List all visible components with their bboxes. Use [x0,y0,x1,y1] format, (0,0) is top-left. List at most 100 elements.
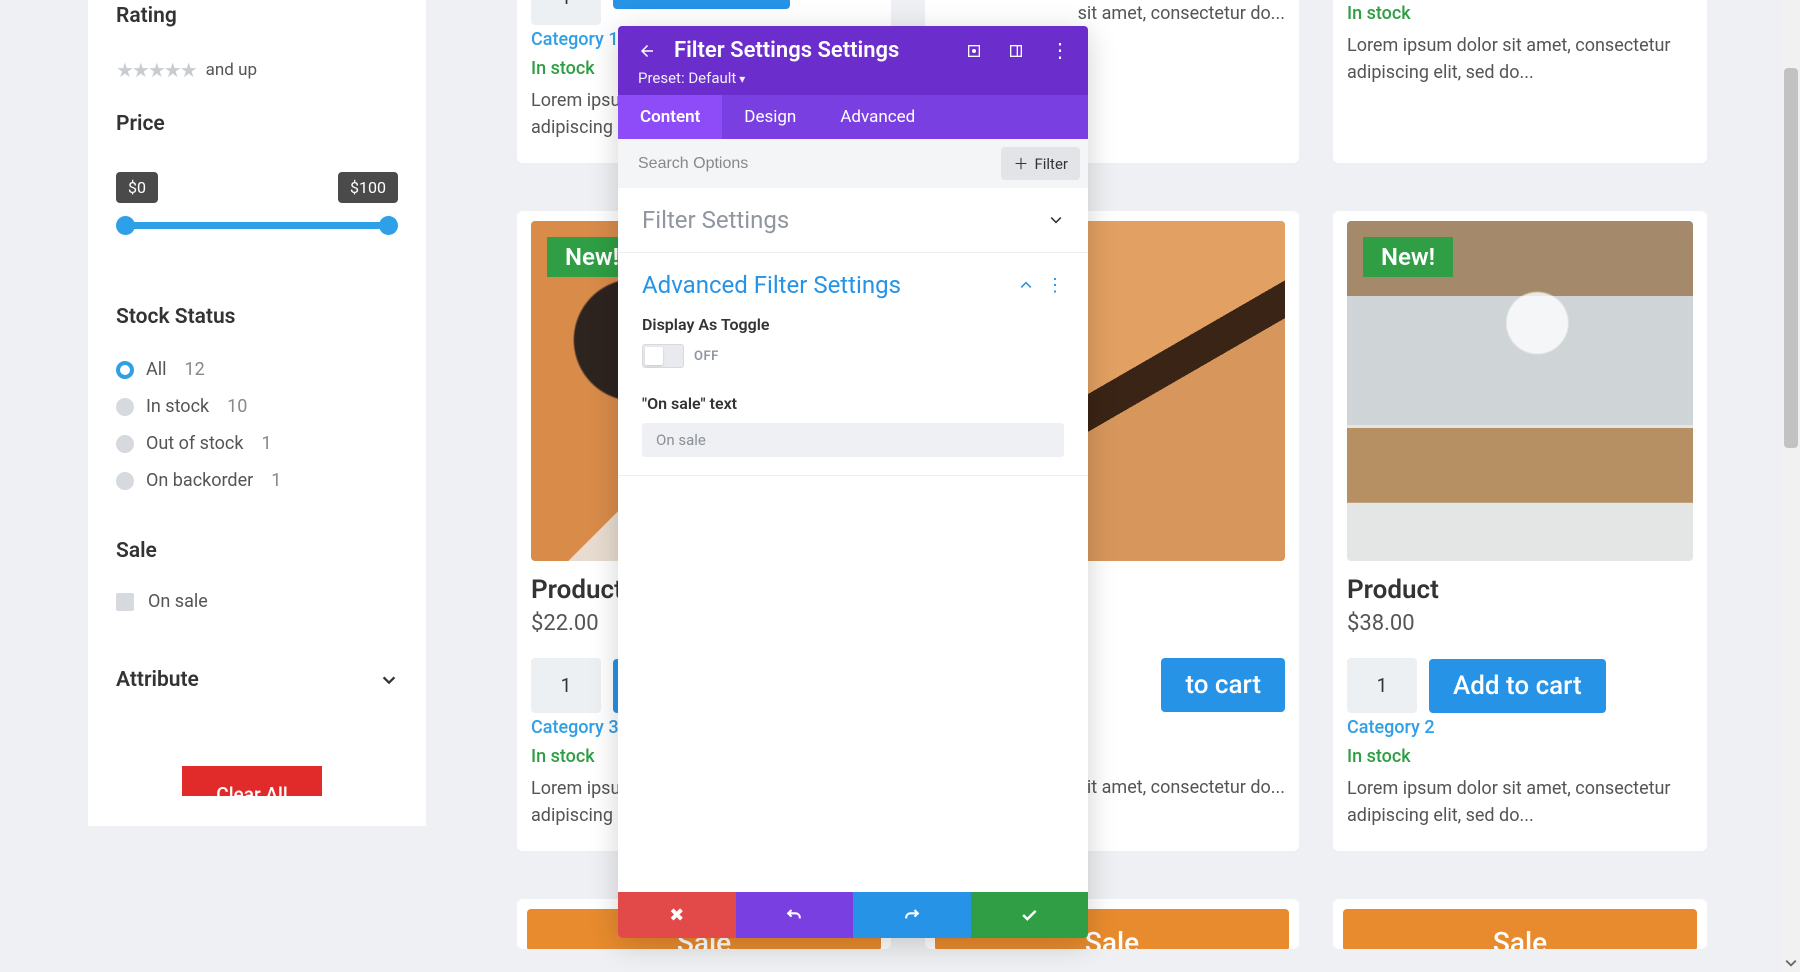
modal-footer: ✖ [618,892,1088,938]
price-max-badge: $100 [338,172,398,203]
stock-count: 1 [271,470,281,491]
modal-close-button[interactable]: ✖ [618,892,736,938]
page-scrollbar-thumb[interactable] [1784,68,1798,448]
stock-option-backorder[interactable]: On backorder 1 [116,462,398,499]
section-title: Advanced Filter Settings [642,271,901,299]
advanced-section-body: Display As Toggle OFF "On sale" text On … [642,315,1064,457]
stock-label: On backorder [146,470,253,491]
qty-value: 1 [1377,674,1388,697]
modal-header: Filter Settings Settings ⋮ Preset: Defau… [618,26,1088,95]
stock-option-all[interactable]: All 12 [116,351,398,388]
modal-tabs: Content Design Advanced [618,95,1088,139]
rating-heading: Rating [116,4,398,28]
qty-value: 1 [561,0,572,9]
product-card: Category 2 In stock Lorem ipsum dolor si… [1333,0,1707,163]
add-filter-label: Filter [1034,155,1068,173]
tab-advanced[interactable]: Advanced [818,95,937,139]
product-category[interactable]: Category 2 [1347,717,1693,738]
chevron-down-icon [1048,212,1064,228]
stock-count: 12 [185,359,205,380]
radio-icon [116,398,134,416]
section-more-icon[interactable]: ⋮ [1046,275,1064,296]
toggle-track [642,344,684,368]
price-slider-handle-min[interactable] [116,216,135,235]
clear-all-button[interactable]: Clear All [182,766,322,796]
quantity-input[interactable]: 1 [1347,658,1417,713]
product-card: Sale [1333,899,1707,949]
preset-dropdown[interactable]: Preset: Default [638,69,1070,87]
display-toggle-label: Display As Toggle [642,315,1064,334]
advanced-filter-section: Advanced Filter Settings ⋮ Display As To… [618,253,1088,476]
toggle-state: OFF [694,349,719,364]
stock-heading: Stock Status [116,305,398,329]
add-to-cart-button[interactable]: Add to cart [1429,659,1606,713]
price-slider-track [122,222,392,229]
chevron-down-icon [380,671,398,689]
add-to-cart-button[interactable]: to cart [1161,658,1285,712]
checkbox-icon [116,593,134,611]
product-desc: sit amet, consectetur do... [939,0,1285,27]
dock-icon[interactable] [1008,43,1024,59]
radio-icon [116,361,134,379]
product-title[interactable]: Product [1347,575,1693,605]
price-badges: $0 $100 [116,172,398,203]
tab-content[interactable]: Content [618,95,722,139]
tab-design[interactable]: Design [722,95,818,139]
modal-spacer [618,476,1088,892]
section-title: Filter Settings [642,206,789,234]
filter-sidebar: Rating ★★★★★ and up Price $0 $100 Stock … [88,0,426,826]
new-badge: New! [1363,237,1453,277]
modal-confirm-button[interactable] [971,892,1089,938]
cart-label: Add to cart [1453,671,1582,701]
onsale-text-input[interactable]: On sale [642,423,1064,457]
modal-undo-button[interactable] [736,892,854,938]
sale-badge: Sale [1343,909,1697,949]
radio-icon [116,472,134,490]
expand-icon[interactable] [966,43,982,59]
toggle-knob [645,347,663,365]
product-price: $38.00 [1347,611,1693,636]
radio-icon [116,435,134,453]
sale-label: Sale [1085,926,1139,949]
filter-settings-section: Filter Settings [618,188,1088,253]
advanced-filter-toggle[interactable]: Advanced Filter Settings ⋮ [642,271,1064,299]
star-icons: ★★★★★ [116,58,196,82]
clear-all-label: Clear All [216,783,287,796]
add-filter-button[interactable]: ＋ Filter [1001,147,1080,180]
sale-onsale-option[interactable]: On sale [116,591,398,612]
stock-badge: In stock [1347,3,1693,24]
options-search-input[interactable] [638,155,1001,173]
product-desc: Lorem ipsum dolor sit amet, consectetur … [1347,775,1693,829]
price-slider[interactable] [116,213,398,237]
attribute-heading: Attribute [116,668,199,692]
filter-settings-toggle[interactable]: Filter Settings [642,206,1064,234]
scroll-down-arrow[interactable] [1785,957,1797,969]
stock-option-instock[interactable]: In stock 10 [116,388,398,425]
quantity-input[interactable]: 1 [531,658,601,713]
stock-count: 10 [227,396,247,417]
stock-badge: In stock [1347,746,1693,767]
qty-value: 1 [561,674,572,697]
stock-label: Out of stock [146,433,243,454]
sale-label: Sale [1493,926,1547,949]
stock-count: 1 [261,433,271,454]
rating-label: and up [206,60,257,80]
stock-option-outofstock[interactable]: Out of stock 1 [116,425,398,462]
attribute-section-toggle[interactable]: Attribute [116,668,398,692]
add-to-cart-button[interactable]: Add to cart [613,0,790,9]
more-icon[interactable]: ⋮ [1050,43,1070,59]
quantity-input[interactable]: 1 [531,0,601,25]
back-icon[interactable] [638,42,656,60]
product-desc: Lorem ipsum dolor sit amet, consectetur … [1347,32,1693,86]
display-toggle-switch[interactable]: OFF [642,344,1064,368]
options-search-row: ＋ Filter [618,139,1088,188]
check-icon [1019,905,1039,925]
stock-label: In stock [146,396,209,417]
modal-redo-button[interactable] [853,892,971,938]
close-icon: ✖ [669,905,684,926]
product-image[interactable]: New! [1347,221,1693,561]
price-slider-handle-max[interactable] [379,216,398,235]
price-min-badge: $0 [116,172,158,203]
rating-option[interactable]: ★★★★★ and up [116,58,398,82]
stock-label: All [146,359,167,380]
